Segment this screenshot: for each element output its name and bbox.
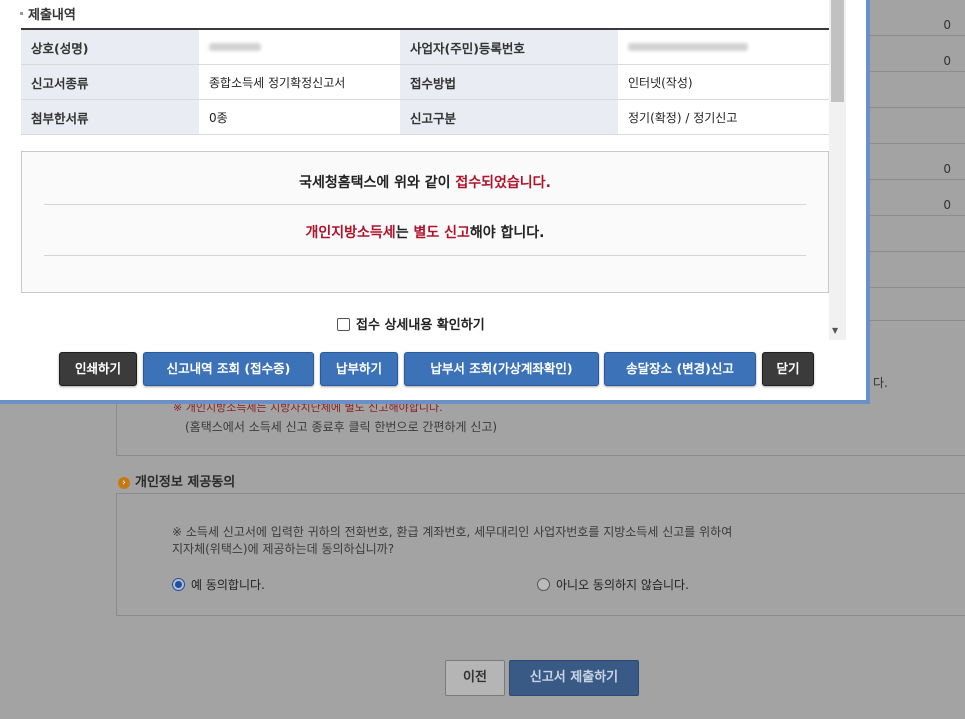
table-row <box>870 108 965 144</box>
notice-tail-text: 다. <box>873 376 888 390</box>
table-row: 0 <box>870 0 965 36</box>
consent-box: ※ 소득세 신고서에 입력한 귀하의 전화번호, 환급 계좌번호, 세무대리인 … <box>116 493 965 616</box>
consent-question-line1: ※ 소득세 신고서에 입력한 귀하의 전화번호, 환급 계좌번호, 세무대리인 … <box>172 525 733 539</box>
view-filing-history-button[interactable]: 신고내역 조회 (접수증) <box>143 352 314 386</box>
radio-consent-no[interactable]: 아니오 동의하지 않습니다. <box>537 576 689 593</box>
divider <box>44 255 806 256</box>
modal-scroll-area: 제출내역 상호(성명) 사업자(주민)등록번호 신고서종류 종합소득세 정기확정… <box>0 0 846 340</box>
redacted-value <box>628 43 748 51</box>
table-row: 상호(성명) 사업자(주민)등록번호 <box>21 29 829 65</box>
consent-section-title: › 개인정보 제공동의 <box>118 471 235 490</box>
attachments-label: 첨부한서류 <box>21 99 199 135</box>
checkbox-icon[interactable] <box>337 318 350 331</box>
table-row <box>870 72 965 108</box>
divider <box>44 204 806 205</box>
delivery-address-button[interactable]: 송달장소 (변경)신고 <box>604 352 756 386</box>
submit-return-button[interactable]: 신고서 제출하기 <box>509 660 639 696</box>
receipt-message-line2: 개인지방소득세는 별도 신고해야 합니다. <box>305 225 545 241</box>
pay-button[interactable]: 납부하기 <box>320 352 398 386</box>
radio-unchecked-icon <box>537 578 550 591</box>
attachments-value: 0종 <box>199 99 400 135</box>
receipt-message-line1: 국세청홈택스에 위와 같이 접수되었습니다. <box>299 175 551 191</box>
radio-checked-icon <box>172 578 185 591</box>
business-name-label: 상호(성명) <box>21 29 199 65</box>
return-type-label: 신고서종류 <box>21 64 199 100</box>
redacted-value <box>209 43 261 51</box>
return-type-value: 종합소득세 정기확정신고서 <box>199 64 400 100</box>
table-row: 0 <box>870 144 965 180</box>
section-heading: 제출내역 <box>20 4 76 23</box>
filing-method-label: 접수방법 <box>400 64 618 100</box>
registration-number-value <box>618 29 829 65</box>
table-row <box>870 216 965 252</box>
filing-category-value: 정기(확정) / 정기신고 <box>618 99 829 135</box>
business-name-value <box>199 29 400 65</box>
filing-category-label: 신고구분 <box>400 99 618 135</box>
background-summary-table: 0 0 0 0 <box>870 0 965 288</box>
radio-consent-yes[interactable]: 예 동의합니다. <box>172 576 265 593</box>
registration-number-label: 사업자(주민)등록번호 <box>400 29 618 65</box>
modal-scrollbar[interactable]: ▼ <box>829 0 846 340</box>
filing-method-value: 인터넷(작성) <box>618 64 829 100</box>
square-bullet-icon <box>20 12 23 15</box>
print-button[interactable]: 인쇄하기 <box>59 352 137 386</box>
submission-result-modal: 제출내역 상호(성명) 사업자(주민)등록번호 신고서종류 종합소득세 정기확정… <box>0 0 870 404</box>
local-tax-note: (홈택스에서 소득세 신고 종료후 클릭 한번으로 간편하게 신고) <box>185 420 498 434</box>
table-row: 첨부한서류 0종 신고구분 정기(확정) / 정기신고 <box>21 99 829 135</box>
submission-details-table: 상호(성명) 사업자(주민)등록번호 신고서종류 종합소득세 정기확정신고서 접… <box>21 28 829 135</box>
table-row: 신고서종류 종합소득세 정기확정신고서 접수방법 인터넷(작성) <box>21 64 829 100</box>
table-row <box>870 252 965 288</box>
bullet-icon: › <box>118 477 130 489</box>
view-payment-bill-button[interactable]: 납부서 조회(가상계좌확인) <box>404 352 599 386</box>
receipt-message-box: 국세청홈택스에 위와 같이 접수되었습니다. 개인지방소득세는 별도 신고해야 … <box>21 151 829 293</box>
close-button[interactable]: 닫기 <box>762 352 814 386</box>
table-row: 0 <box>870 36 965 72</box>
scroll-down-arrow-icon[interactable]: ▼ <box>832 326 838 335</box>
view-receipt-details-checkbox[interactable]: 접수 상세내용 확인하기 <box>337 314 485 333</box>
table-row: 0 <box>870 180 965 216</box>
consent-question-line2: 지자체(위택스)에 제공하는데 동의하십니까? <box>172 542 395 556</box>
scrollbar-thumb[interactable] <box>831 0 844 102</box>
previous-button[interactable]: 이전 <box>445 660 505 696</box>
